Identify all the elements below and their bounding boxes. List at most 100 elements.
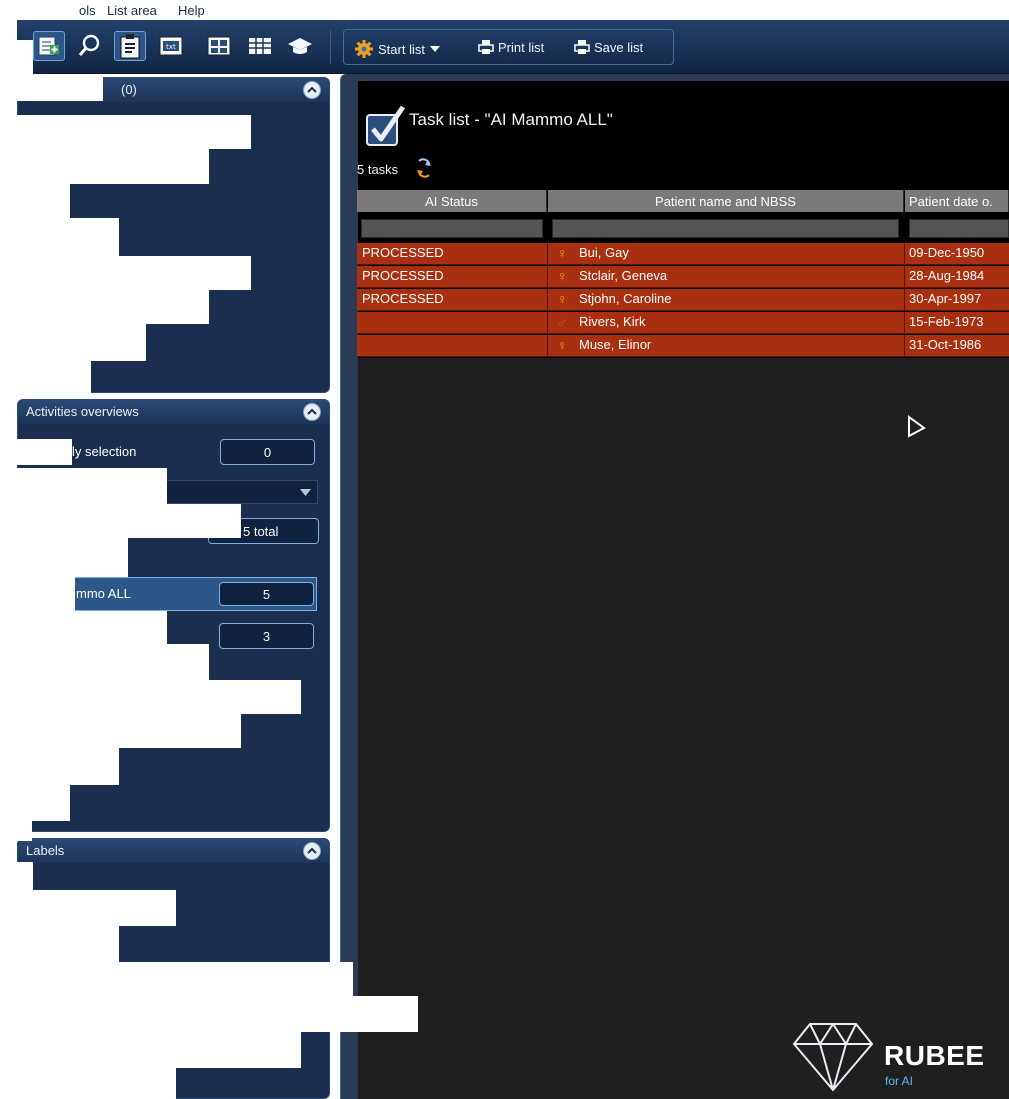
column-divider: [547, 289, 548, 311]
activity-item-label: mmo ALL: [76, 586, 131, 601]
patient-name-cell: Bui, Gay: [579, 245, 629, 260]
menu-help[interactable]: Help: [178, 3, 205, 18]
table-row[interactable]: ♂ Rivers, Kirk 15-Feb-1973: [357, 312, 1009, 334]
printer-icon: [574, 40, 590, 54]
redaction-mask: [17, 504, 241, 538]
collapse-button[interactable]: [303, 842, 321, 860]
panel-header: Labels: [18, 839, 329, 863]
column-header-patient-name[interactable]: Patient name and NBSS: [548, 190, 904, 212]
panel-header: Activities overviews: [18, 400, 329, 424]
ai-status-cell: PROCESSED: [362, 245, 444, 260]
list-add-icon: [38, 36, 59, 56]
redaction-mask: [17, 1032, 301, 1068]
graduation-cap-icon: [288, 38, 312, 54]
study-selection-count[interactable]: 0: [220, 439, 315, 465]
patient-dob-cell: 15-Feb-1973: [909, 314, 984, 329]
text-view-button[interactable]: txt: [155, 31, 187, 61]
checklist-icon: [366, 105, 406, 146]
clipboard-icon: [120, 34, 140, 59]
printer-icon: [478, 40, 494, 54]
column-header-ai-status[interactable]: AI Status: [357, 190, 547, 212]
patient-name-cell: Rivers, Kirk: [579, 314, 646, 329]
column-divider: [904, 335, 905, 357]
filter-input-ai-status[interactable]: [361, 219, 543, 238]
column-divider: [547, 312, 548, 334]
redaction-mask: [17, 644, 209, 680]
activity-item-count-3[interactable]: 3: [219, 623, 314, 649]
redaction-mask: [17, 439, 72, 465]
redaction-mask: [17, 324, 146, 361]
filter-input-patient-name[interactable]: [552, 219, 899, 238]
female-icon: ♀: [557, 245, 568, 261]
filter-input-patient-dob[interactable]: [909, 219, 1009, 238]
redaction-mask: [17, 115, 251, 149]
rubee-diamond-logo: [792, 1023, 874, 1092]
save-list-button[interactable]: Save list: [574, 39, 643, 55]
toolbar-separator: [330, 30, 331, 64]
table-row[interactable]: PROCESSED ♀ Stclair, Geneva 28-Aug-1984: [357, 266, 1009, 288]
start-list-button[interactable]: Start list: [354, 39, 441, 59]
panel-title: Activities overviews: [26, 404, 139, 419]
activity-item-count: 5: [219, 582, 314, 606]
new-list-button[interactable]: [33, 31, 65, 61]
redaction-mask: [17, 361, 91, 399]
redaction-mask: [17, 996, 418, 1032]
redaction-mask: [17, 890, 176, 926]
image-view-button[interactable]: [203, 31, 235, 61]
rubee-logo-text: RUBEE: [884, 1040, 985, 1071]
image-grid-icon: [207, 36, 231, 56]
cursor-icon: [908, 415, 926, 438]
panel-title: (0): [121, 82, 137, 97]
chevron-up-icon: [307, 408, 317, 415]
redaction-mask: [17, 149, 209, 184]
ai-status-cell: PROCESSED: [362, 268, 444, 283]
redaction-mask: [17, 577, 75, 611]
task-count: 5 tasks: [357, 162, 399, 177]
activity-dropdown[interactable]: [150, 480, 318, 504]
ai-status-cell: PROCESSED: [362, 291, 444, 306]
dropdown-arrow-icon: [429, 46, 440, 52]
female-icon: ♀: [557, 291, 568, 307]
search-icon: [78, 34, 100, 56]
table-row[interactable]: PROCESSED ♀ Bui, Gay 09-Dec-1950: [357, 243, 1009, 265]
collapse-button[interactable]: [303, 403, 321, 421]
menu-list-area[interactable]: List area: [107, 3, 157, 18]
redaction-mask: [17, 290, 209, 324]
table-row[interactable]: PROCESSED ♀ Stjohn, Caroline 30-Apr-1997: [357, 289, 1009, 311]
column-divider: [904, 266, 905, 288]
menu-bar: ols List area Help: [0, 0, 1009, 20]
chevron-down-icon: [300, 489, 311, 496]
redaction-mask: [17, 748, 119, 785]
print-list-label: Print list: [498, 39, 545, 55]
redaction-mask: [17, 40, 33, 74]
patient-name-cell: Muse, Elinor: [579, 337, 652, 352]
patient-dob-cell: 31-Oct-1986: [909, 337, 982, 352]
task-list-title: Task list - "AI Mammo ALL": [409, 110, 613, 129]
patient-name-cell: Stjohn, Caroline: [579, 291, 672, 306]
search-button[interactable]: [74, 31, 106, 61]
redaction-mask: [17, 611, 167, 644]
redaction-mask: [0, 0, 79, 20]
collapse-button[interactable]: [303, 81, 321, 99]
patient-dob-cell: 30-Apr-1997: [909, 291, 982, 306]
female-icon: ♀: [557, 268, 568, 284]
menu-tools[interactable]: ols: [79, 3, 96, 18]
list-actions-group: Start list Print list Save list: [343, 29, 674, 65]
table-view-button[interactable]: [244, 31, 276, 61]
column-divider: [904, 289, 905, 311]
clipboard-button[interactable]: [114, 31, 146, 61]
refresh-icon[interactable]: [414, 158, 434, 178]
save-list-label: Save list: [594, 39, 644, 55]
redaction-mask: [17, 77, 103, 101]
study-selection-label: ly selection: [72, 444, 137, 459]
training-button[interactable]: [284, 31, 316, 61]
patient-name-cell: Stclair, Geneva: [579, 268, 668, 283]
table-icon: [249, 38, 271, 54]
column-header-patient-dob[interactable]: Patient date o.: [905, 190, 1009, 212]
table-row[interactable]: ♀ Muse, Elinor 31-Oct-1986: [357, 335, 1009, 357]
print-list-button[interactable]: Print list: [478, 39, 544, 55]
start-list-label: Start list: [378, 41, 425, 57]
patient-dob-cell: 09-Dec-1950: [909, 245, 985, 260]
column-divider: [547, 243, 548, 265]
redaction-mask: [17, 926, 119, 962]
